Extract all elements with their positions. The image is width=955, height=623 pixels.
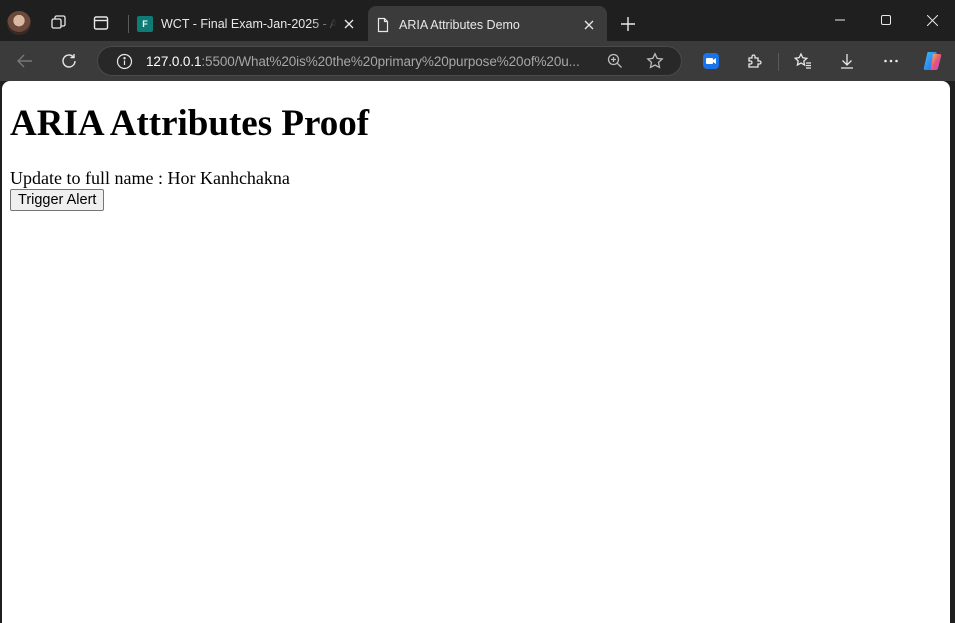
download-icon xyxy=(838,52,856,70)
new-tab-button[interactable] xyxy=(613,9,643,39)
arrow-left-icon xyxy=(16,52,34,70)
copilot-button[interactable] xyxy=(918,46,948,76)
toolbar-separator xyxy=(778,53,779,71)
extensions-button[interactable] xyxy=(740,46,770,76)
back-button[interactable] xyxy=(10,46,40,76)
star-icon[interactable] xyxy=(641,47,669,75)
video-call-icon xyxy=(702,52,720,70)
refresh-icon xyxy=(60,52,78,70)
tab-aria-attributes-demo[interactable]: ARIA Attributes Demo xyxy=(368,6,607,44)
url-text[interactable]: 127.0.0.1:5500/What%20is%20the%20primary… xyxy=(146,54,591,69)
close-icon xyxy=(344,19,354,29)
page-viewport: ARIA Attributes Proof Update to full nam… xyxy=(2,81,950,623)
minimize-icon xyxy=(835,15,845,25)
url-host: 127.0.0.1 xyxy=(146,53,202,69)
microsoft-forms-icon: F xyxy=(137,15,153,32)
address-bar[interactable]: 127.0.0.1:5500/What%20is%20the%20primary… xyxy=(97,46,682,76)
copilot-icon xyxy=(922,50,944,72)
tab-close-button[interactable] xyxy=(577,13,601,37)
close-icon xyxy=(926,14,938,26)
zoom-icon[interactable] xyxy=(601,47,629,75)
title-bar: F WCT - Final Exam-Jan-2025 - After ARIA… xyxy=(0,0,955,44)
close-window-button[interactable] xyxy=(909,0,955,40)
settings-menu-button[interactable] xyxy=(876,46,906,76)
workspaces-icon xyxy=(50,14,68,32)
tab-title: WCT - Final Exam-Jan-2025 - After xyxy=(161,16,337,31)
plus-icon xyxy=(621,17,635,31)
tab-title: ARIA Attributes Demo xyxy=(399,18,520,32)
tab-actions-button[interactable] xyxy=(86,8,116,38)
workspaces-button[interactable] xyxy=(44,8,74,38)
refresh-button[interactable] xyxy=(54,46,84,76)
tab-close-button[interactable] xyxy=(337,12,361,36)
tab-separator xyxy=(128,15,129,33)
meet-now-button[interactable] xyxy=(696,46,726,76)
maximize-button[interactable] xyxy=(863,0,909,40)
favorites-icon xyxy=(794,52,812,70)
puzzle-icon xyxy=(746,52,764,70)
profile-avatar[interactable] xyxy=(7,11,31,35)
close-icon xyxy=(584,20,594,30)
tab-actions-icon xyxy=(93,15,109,31)
downloads-button[interactable] xyxy=(832,46,862,76)
trigger-alert-button[interactable]: Trigger Alert xyxy=(10,189,105,211)
document-icon xyxy=(375,17,391,33)
page-heading: ARIA Attributes Proof xyxy=(10,103,370,144)
full-name-text: Update to full name : Hor Kanhchakna xyxy=(10,168,290,188)
more-icon xyxy=(882,52,900,70)
url-path: :5500/What%20is%20the%20primary%20purpos… xyxy=(201,53,580,69)
browser-toolbar: 127.0.0.1:5500/What%20is%20the%20primary… xyxy=(0,41,955,81)
minimize-button[interactable] xyxy=(817,0,863,40)
favorites-button[interactable] xyxy=(788,46,818,76)
info-icon[interactable] xyxy=(114,51,134,71)
maximize-icon xyxy=(881,15,891,25)
tab-wct-final-exam[interactable]: F WCT - Final Exam-Jan-2025 - After xyxy=(130,6,367,41)
